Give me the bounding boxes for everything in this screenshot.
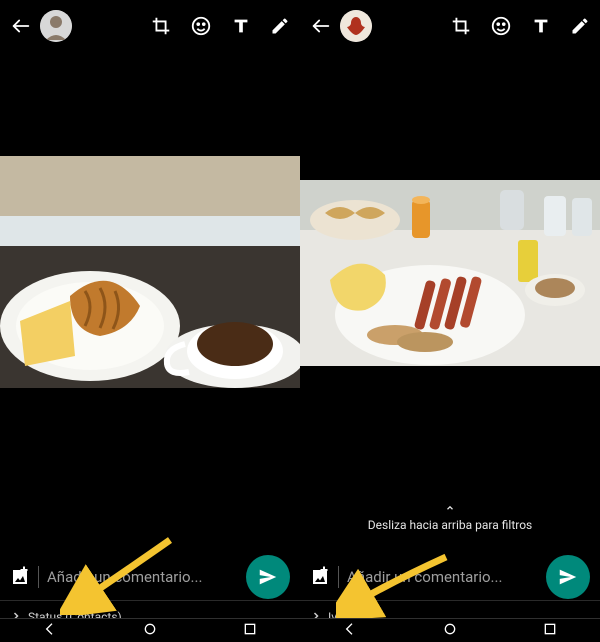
chevron-up-icon bbox=[300, 502, 600, 516]
send-button[interactable] bbox=[246, 555, 290, 599]
filters-hint-text: Desliza hacia arriba para filtros bbox=[368, 518, 532, 532]
caption-row: Añadir un comentario... bbox=[0, 555, 300, 599]
back-arrow-icon[interactable] bbox=[10, 15, 32, 37]
crop-rotate-icon[interactable] bbox=[150, 15, 172, 37]
send-button[interactable] bbox=[546, 555, 590, 599]
caption-input[interactable]: Añadir un comentario... bbox=[347, 568, 538, 586]
attached-photo[interactable] bbox=[300, 180, 600, 366]
pencil-icon[interactable] bbox=[570, 16, 590, 36]
crop-rotate-icon[interactable] bbox=[450, 15, 472, 37]
add-photo-icon[interactable] bbox=[8, 565, 32, 589]
nav-recent-icon[interactable] bbox=[242, 621, 258, 641]
divider bbox=[338, 566, 339, 588]
filters-hint[interactable]: Desliza hacia arriba para filtros bbox=[300, 502, 600, 532]
emoji-icon[interactable] bbox=[190, 15, 212, 37]
back-arrow-icon[interactable] bbox=[310, 15, 332, 37]
text-tool-icon[interactable] bbox=[530, 15, 552, 37]
screenshot-right: Desliza hacia arriba para filtros Añadir… bbox=[300, 0, 600, 642]
add-photo-icon[interactable] bbox=[308, 565, 332, 589]
nav-back-icon[interactable] bbox=[342, 621, 358, 641]
editor-topbar bbox=[300, 0, 600, 52]
avatar[interactable] bbox=[40, 10, 72, 42]
editor-topbar bbox=[0, 0, 300, 52]
attached-photo[interactable] bbox=[0, 156, 300, 388]
android-navbar bbox=[300, 618, 600, 642]
nav-home-icon[interactable] bbox=[142, 621, 158, 641]
nav-recent-icon[interactable] bbox=[542, 621, 558, 641]
caption-row: Añadir un comentario... bbox=[300, 555, 600, 599]
nav-back-icon[interactable] bbox=[42, 621, 58, 641]
nav-home-icon[interactable] bbox=[442, 621, 458, 641]
screenshot-left: Añadir un comentario... Status (Contacts… bbox=[0, 0, 300, 642]
caption-input[interactable]: Añadir un comentario... bbox=[47, 568, 238, 586]
pencil-icon[interactable] bbox=[270, 16, 290, 36]
divider bbox=[38, 566, 39, 588]
text-tool-icon[interactable] bbox=[230, 15, 252, 37]
emoji-icon[interactable] bbox=[490, 15, 512, 37]
android-navbar bbox=[0, 618, 300, 642]
avatar[interactable] bbox=[340, 10, 372, 42]
